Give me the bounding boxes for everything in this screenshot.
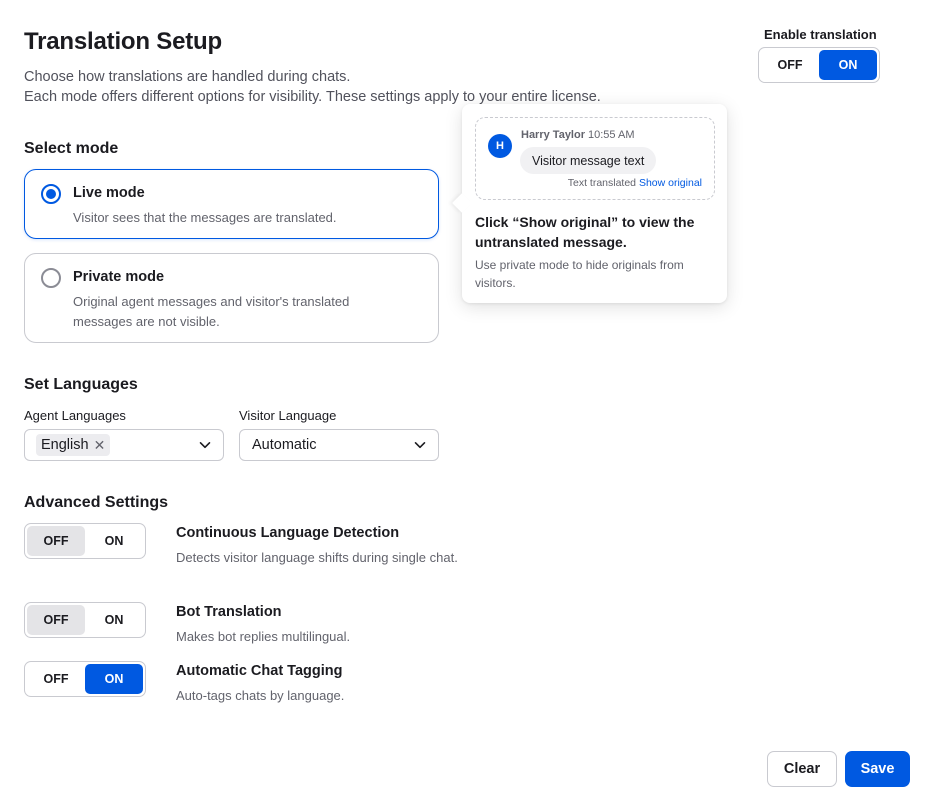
- bot-translation-toggle[interactable]: OFF ON: [24, 602, 146, 638]
- visitor-language-label: Visitor Language: [239, 408, 337, 423]
- continuous-detection-toggle[interactable]: OFF ON: [24, 523, 146, 559]
- continuous-detection-description: Detects visitor language shifts during s…: [176, 550, 458, 565]
- language-chip-label: English: [41, 437, 89, 453]
- bot-translation-off[interactable]: OFF: [27, 605, 85, 635]
- language-chip-english: English ✕: [36, 434, 111, 456]
- save-button[interactable]: Save: [845, 751, 910, 787]
- message-bubble: Visitor message text: [520, 147, 657, 174]
- set-languages-heading: Set Languages: [24, 376, 138, 393]
- private-mode-title: Private mode: [73, 269, 165, 285]
- enable-translation-label: Enable translation: [764, 27, 877, 42]
- page-title: Translation Setup: [24, 28, 222, 55]
- page-subtitle: Choose how translations are handled duri…: [24, 67, 601, 107]
- live-mode-title: Live mode: [73, 185, 145, 201]
- mode-card-private[interactable]: Private mode Original agent messages and…: [24, 253, 439, 343]
- live-mode-radio[interactable]: [41, 184, 61, 204]
- translated-label: Text translated: [567, 177, 637, 189]
- continuous-detection-off[interactable]: OFF: [27, 526, 85, 556]
- live-mode-description: Visitor sees that the messages are trans…: [73, 210, 337, 225]
- visitor-language-value: Automatic: [252, 437, 317, 453]
- subtitle-line-1: Choose how translations are handled duri…: [24, 69, 351, 85]
- message-time: 10:55 AM: [588, 129, 635, 141]
- auto-tagging-description: Auto-tags chats by language.: [176, 688, 345, 703]
- bot-translation-title: Bot Translation: [176, 604, 282, 620]
- avatar: H: [488, 134, 512, 158]
- auto-tagging-title: Automatic Chat Tagging: [176, 663, 343, 679]
- sender-name: Harry Taylor: [521, 129, 585, 141]
- auto-tagging-off[interactable]: OFF: [27, 664, 85, 694]
- advanced-settings-heading: Advanced Settings: [24, 494, 169, 511]
- continuous-detection-on[interactable]: ON: [85, 526, 143, 556]
- show-original-popover: H Harry Taylor 10:55 AM Visitor message t…: [462, 104, 727, 303]
- preview-sender: Harry Taylor 10:55 AM: [521, 129, 634, 141]
- continuous-detection-title: Continuous Language Detection: [176, 525, 400, 541]
- agent-languages-select[interactable]: English ✕: [24, 429, 224, 461]
- private-mode-radio[interactable]: [41, 268, 61, 288]
- agent-languages-label: Agent Languages: [24, 408, 126, 423]
- private-mode-description: Original agent messages and visitor's tr…: [73, 294, 350, 329]
- chevron-down-icon[interactable]: [199, 439, 211, 451]
- enable-translation-on[interactable]: ON: [819, 50, 877, 80]
- visitor-language-select[interactable]: Automatic: [239, 429, 439, 461]
- clear-button[interactable]: Clear: [767, 751, 837, 787]
- mode-card-live[interactable]: Live mode Visitor sees that the messages…: [24, 169, 439, 239]
- translated-note: Text translated Show original: [568, 177, 702, 189]
- select-mode-heading: Select mode: [24, 140, 119, 157]
- auto-tagging-toggle[interactable]: OFF ON: [24, 661, 146, 697]
- popover-description: Use private mode to hide originals from …: [475, 258, 684, 290]
- remove-chip-icon[interactable]: ✕: [94, 437, 106, 454]
- auto-tagging-on[interactable]: ON: [85, 664, 143, 694]
- chevron-down-icon[interactable]: [414, 439, 426, 451]
- enable-translation-toggle[interactable]: OFF ON: [758, 47, 880, 83]
- popover-title: Click “Show original” to view the untran…: [475, 214, 695, 250]
- enable-translation-off[interactable]: OFF: [761, 50, 819, 80]
- show-original-link[interactable]: Show original: [639, 177, 702, 189]
- bot-translation-description: Makes bot replies multilingual.: [176, 629, 351, 644]
- message-preview: H Harry Taylor 10:55 AM Visitor message t…: [475, 117, 715, 200]
- bot-translation-on[interactable]: ON: [85, 605, 143, 635]
